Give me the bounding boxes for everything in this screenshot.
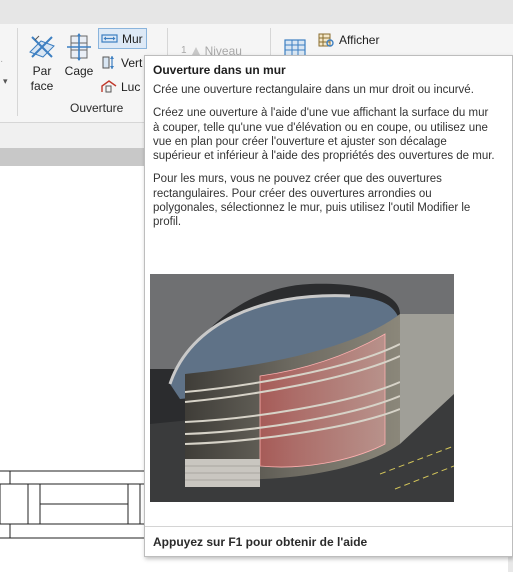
tooltip-body: Crée une ouverture rectangulaire dans un… — [153, 83, 495, 239]
mur-label: Mur — [122, 31, 143, 46]
niveau-icon — [191, 46, 200, 55]
ribbon-tab-bar — [0, 0, 513, 25]
lucarne-icon — [101, 80, 117, 93]
vertical-label: Vert — [121, 55, 143, 70]
afficher-button[interactable]: Afficher — [318, 30, 379, 49]
mur-icon — [101, 34, 118, 43]
tooltip-ouverture-mur: Ouverture dans un mur Crée une ouverture… — [144, 55, 513, 557]
par-face-button[interactable]: Par face — [24, 32, 60, 94]
cage-icon — [67, 33, 91, 61]
cut-off-label: · — [0, 56, 4, 67]
vertical-button[interactable]: Vert — [100, 53, 142, 72]
panel-collapse-arrow[interactable]: ▾ — [3, 76, 8, 87]
mur-button[interactable]: Mur — [98, 28, 147, 49]
tooltip-paragraph: Créez une ouverture à l'aide d'une vue a… — [153, 107, 495, 163]
par-face-label: Par face — [30, 64, 54, 93]
par-face-icon — [29, 35, 55, 58]
lucarne-label: Luc — [121, 79, 141, 94]
tooltip-paragraph: Pour les murs, vous ne pouvez créer que … — [153, 173, 471, 229]
afficher-icon — [318, 33, 334, 47]
panel-separator — [17, 28, 18, 116]
afficher-label: Afficher — [339, 32, 380, 47]
tooltip-paragraph: Crée une ouverture rectangulaire dans un… — [153, 84, 474, 96]
tooltip-help-text: Appuyez sur F1 pour obtenir de l'aide — [153, 535, 368, 549]
panel-label-ouverture: Ouverture — [70, 101, 124, 115]
tooltip-title: Ouverture dans un mur — [153, 63, 286, 77]
cage-button[interactable]: Cage — [62, 32, 96, 79]
wall-opening-illustration — [150, 274, 454, 502]
vertical-icon — [102, 56, 114, 69]
tooltip-divider — [145, 526, 512, 527]
lucarne-button[interactable]: Luc — [100, 77, 140, 96]
cage-label: Cage — [64, 64, 94, 78]
